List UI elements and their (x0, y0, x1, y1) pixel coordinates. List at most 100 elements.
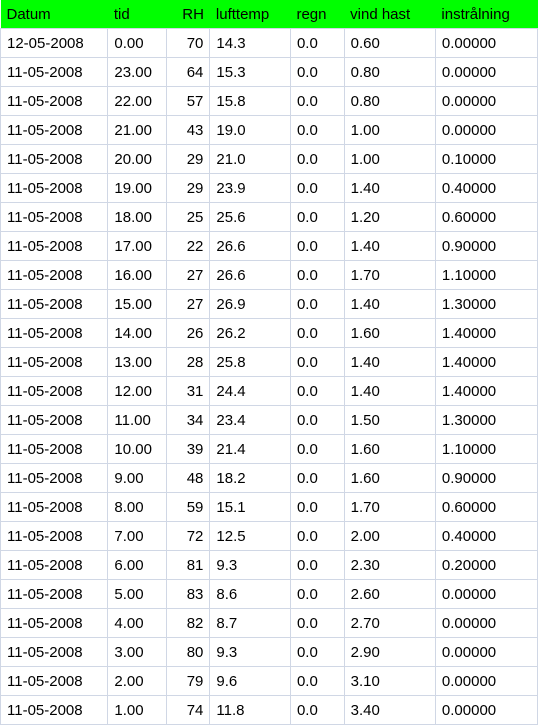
cell-lufttemp: 8.6 (210, 580, 291, 609)
cell-rh: 64 (167, 58, 210, 87)
cell-instralning: 0.00000 (435, 58, 537, 87)
cell-datum: 11-05-2008 (1, 551, 108, 580)
cell-rh: 57 (167, 87, 210, 116)
cell-datum: 11-05-2008 (1, 290, 108, 319)
cell-regn: 0.0 (290, 580, 344, 609)
cell-tid: 10.00 (108, 435, 167, 464)
cell-datum: 11-05-2008 (1, 319, 108, 348)
header-instralning: instrålning (435, 0, 537, 29)
cell-datum: 11-05-2008 (1, 58, 108, 87)
header-datum: Datum (1, 0, 108, 29)
cell-instralning: 0.00000 (435, 116, 537, 145)
cell-regn: 0.0 (290, 435, 344, 464)
table-row: 11-05-200822.005715.80.00.800.00000 (1, 87, 538, 116)
cell-regn: 0.0 (290, 667, 344, 696)
cell-rh: 80 (167, 638, 210, 667)
cell-instralning: 1.40000 (435, 348, 537, 377)
cell-lufttemp: 9.3 (210, 551, 291, 580)
table-row: 11-05-200815.002726.90.01.401.30000 (1, 290, 538, 319)
cell-datum: 11-05-2008 (1, 116, 108, 145)
cell-lufttemp: 15.3 (210, 58, 291, 87)
cell-lufttemp: 26.9 (210, 290, 291, 319)
table-body: 12-05-20080.007014.30.00.600.0000011-05-… (1, 29, 538, 725)
cell-tid: 7.00 (108, 522, 167, 551)
cell-datum: 11-05-2008 (1, 609, 108, 638)
cell-rh: 29 (167, 174, 210, 203)
cell-datum: 11-05-2008 (1, 145, 108, 174)
cell-lufttemp: 25.8 (210, 348, 291, 377)
cell-vindhast: 1.40 (344, 290, 435, 319)
cell-vindhast: 1.70 (344, 493, 435, 522)
cell-instralning: 0.60000 (435, 493, 537, 522)
cell-rh: 83 (167, 580, 210, 609)
cell-vindhast: 3.10 (344, 667, 435, 696)
cell-vindhast: 1.60 (344, 464, 435, 493)
cell-instralning: 0.00000 (435, 696, 537, 725)
cell-regn: 0.0 (290, 261, 344, 290)
table-row: 11-05-20087.007212.50.02.000.40000 (1, 522, 538, 551)
cell-instralning: 0.10000 (435, 145, 537, 174)
table-row: 11-05-20084.00828.70.02.700.00000 (1, 609, 538, 638)
cell-instralning: 0.00000 (435, 87, 537, 116)
cell-vindhast: 0.80 (344, 87, 435, 116)
cell-instralning: 0.00000 (435, 580, 537, 609)
cell-rh: 27 (167, 290, 210, 319)
cell-vindhast: 1.50 (344, 406, 435, 435)
cell-lufttemp: 25.6 (210, 203, 291, 232)
cell-rh: 70 (167, 29, 210, 58)
table-row: 11-05-200817.002226.60.01.400.90000 (1, 232, 538, 261)
cell-tid: 13.00 (108, 348, 167, 377)
cell-datum: 11-05-2008 (1, 522, 108, 551)
cell-datum: 11-05-2008 (1, 667, 108, 696)
cell-rh: 28 (167, 348, 210, 377)
cell-vindhast: 2.30 (344, 551, 435, 580)
cell-regn: 0.0 (290, 348, 344, 377)
cell-regn: 0.0 (290, 377, 344, 406)
cell-lufttemp: 26.6 (210, 232, 291, 261)
cell-lufttemp: 8.7 (210, 609, 291, 638)
cell-regn: 0.0 (290, 29, 344, 58)
cell-tid: 19.00 (108, 174, 167, 203)
cell-tid: 0.00 (108, 29, 167, 58)
cell-regn: 0.0 (290, 696, 344, 725)
cell-rh: 34 (167, 406, 210, 435)
cell-instralning: 1.30000 (435, 290, 537, 319)
cell-regn: 0.0 (290, 609, 344, 638)
table-row: 11-05-200810.003921.40.01.601.10000 (1, 435, 538, 464)
cell-datum: 11-05-2008 (1, 464, 108, 493)
cell-tid: 18.00 (108, 203, 167, 232)
cell-datum: 11-05-2008 (1, 377, 108, 406)
header-regn: regn (290, 0, 344, 29)
cell-tid: 1.00 (108, 696, 167, 725)
table-row: 11-05-200812.003124.40.01.401.40000 (1, 377, 538, 406)
cell-tid: 22.00 (108, 87, 167, 116)
cell-regn: 0.0 (290, 290, 344, 319)
cell-lufttemp: 14.3 (210, 29, 291, 58)
table-row: 11-05-20085.00838.60.02.600.00000 (1, 580, 538, 609)
cell-regn: 0.0 (290, 464, 344, 493)
cell-rh: 74 (167, 696, 210, 725)
cell-datum: 11-05-2008 (1, 348, 108, 377)
cell-instralning: 0.00000 (435, 667, 537, 696)
cell-lufttemp: 23.4 (210, 406, 291, 435)
cell-vindhast: 2.90 (344, 638, 435, 667)
cell-regn: 0.0 (290, 638, 344, 667)
cell-regn: 0.0 (290, 174, 344, 203)
data-table: Datum tid RH lufttemp regn vind hast ins… (0, 0, 538, 725)
cell-rh: 39 (167, 435, 210, 464)
cell-regn: 0.0 (290, 232, 344, 261)
cell-lufttemp: 11.8 (210, 696, 291, 725)
cell-tid: 8.00 (108, 493, 167, 522)
cell-lufttemp: 21.0 (210, 145, 291, 174)
table-row: 11-05-200820.002921.00.01.000.10000 (1, 145, 538, 174)
cell-lufttemp: 24.4 (210, 377, 291, 406)
cell-regn: 0.0 (290, 87, 344, 116)
cell-datum: 12-05-2008 (1, 29, 108, 58)
table-row: 11-05-20086.00819.30.02.300.20000 (1, 551, 538, 580)
cell-datum: 11-05-2008 (1, 406, 108, 435)
table-row: 11-05-200811.003423.40.01.501.30000 (1, 406, 538, 435)
cell-vindhast: 1.20 (344, 203, 435, 232)
cell-instralning: 0.90000 (435, 232, 537, 261)
table-row: 11-05-200819.002923.90.01.400.40000 (1, 174, 538, 203)
cell-vindhast: 2.00 (344, 522, 435, 551)
